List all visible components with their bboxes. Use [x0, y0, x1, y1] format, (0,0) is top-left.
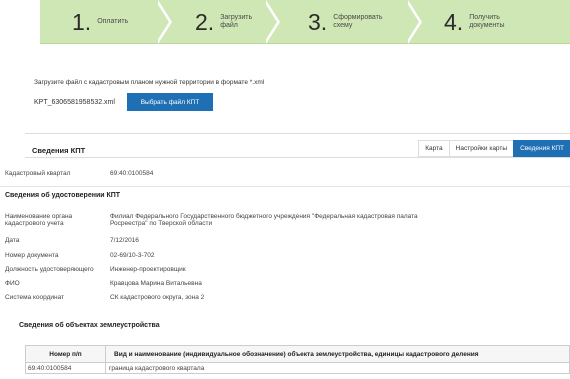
tab-kpt-info[interactable]: Сведения КПТ: [513, 140, 570, 157]
cert-heading: Сведения об удостоверении КПТ: [5, 192, 121, 199]
step-label: Загрузить файл: [220, 14, 253, 29]
cell-number: 69:40:0100584: [26, 363, 106, 373]
fio-value: Кравцова Марина Витальевна: [110, 280, 202, 287]
step-number: 2.: [195, 8, 215, 35]
column-header-name: Вид и наименование (индивидуальное обозн…: [114, 350, 479, 358]
step-label: Сформировать схему: [333, 14, 383, 29]
quarter-label: Кадастровый квартал: [5, 170, 71, 177]
column-header-number: Номер п/п: [26, 346, 106, 362]
coords-value: СК кадастрового округа, зона 2: [110, 294, 205, 301]
table-row: 69:40:0100584 граница кадастрового кварт…: [25, 363, 570, 374]
cell-name: граница кадастрового квартала: [109, 364, 205, 372]
step-number: 4.: [444, 8, 464, 35]
step-label: Получить документы: [469, 14, 505, 29]
step-pay[interactable]: 1. Оплатить: [72, 0, 128, 44]
docnum-label: Номер документа: [5, 252, 59, 259]
coords-label: Система координат: [5, 294, 65, 301]
panel-tabs: Карта Настройки карты Сведения КПТ: [418, 140, 570, 157]
step-number: 1.: [72, 8, 92, 35]
docnum-value: 02-69/10-3-702: [110, 252, 155, 259]
objects-table: Номер п/п Вид и наименование (индивидуал…: [25, 345, 570, 374]
panel-title: Сведения КПТ: [32, 146, 86, 155]
choose-kpt-file-button[interactable]: Выбрать файл КПТ: [127, 93, 213, 111]
objects-heading: Сведения об объектах землеустройства: [19, 322, 160, 329]
org-value: Филиал Федерального Государственного бюд…: [110, 213, 418, 227]
step-form-scheme[interactable]: 3. Сформировать схему: [308, 0, 383, 44]
selected-filename: KPT_6306581958532.xml: [34, 99, 115, 106]
position-label: Должность удостоверяющего: [5, 266, 94, 273]
kpt-info-panel: Сведения КПТ Карта Настройки карты Сведе…: [25, 133, 570, 379]
date-value: 7/12/2016: [110, 237, 139, 244]
upload-instruction: Загрузите файл с кадастровым планом нужн…: [34, 79, 265, 86]
steps-bar: 1. Оплатить 2. Загрузить файл 3. Сформиро…: [40, 0, 570, 44]
step-get-documents[interactable]: 4. Получить документы: [444, 0, 505, 44]
position-value: Инженер-проектировщик: [110, 266, 186, 273]
divider: [25, 157, 570, 158]
step-label: Оплатить: [97, 18, 129, 25]
step-upload[interactable]: 2. Загрузить файл: [195, 0, 252, 44]
tab-map[interactable]: Карта: [418, 140, 449, 157]
tab-map-settings[interactable]: Настройки карты: [448, 140, 514, 157]
step-number: 3.: [308, 8, 328, 35]
divider: [0, 186, 570, 187]
fio-label: ФИО: [5, 280, 20, 287]
table-header: Номер п/п Вид и наименование (индивидуал…: [25, 345, 570, 363]
quarter-value: 69:40:0100584: [110, 170, 154, 177]
org-label: Наименование органа кадастрового учета: [5, 213, 73, 227]
date-label: Дата: [5, 237, 20, 244]
